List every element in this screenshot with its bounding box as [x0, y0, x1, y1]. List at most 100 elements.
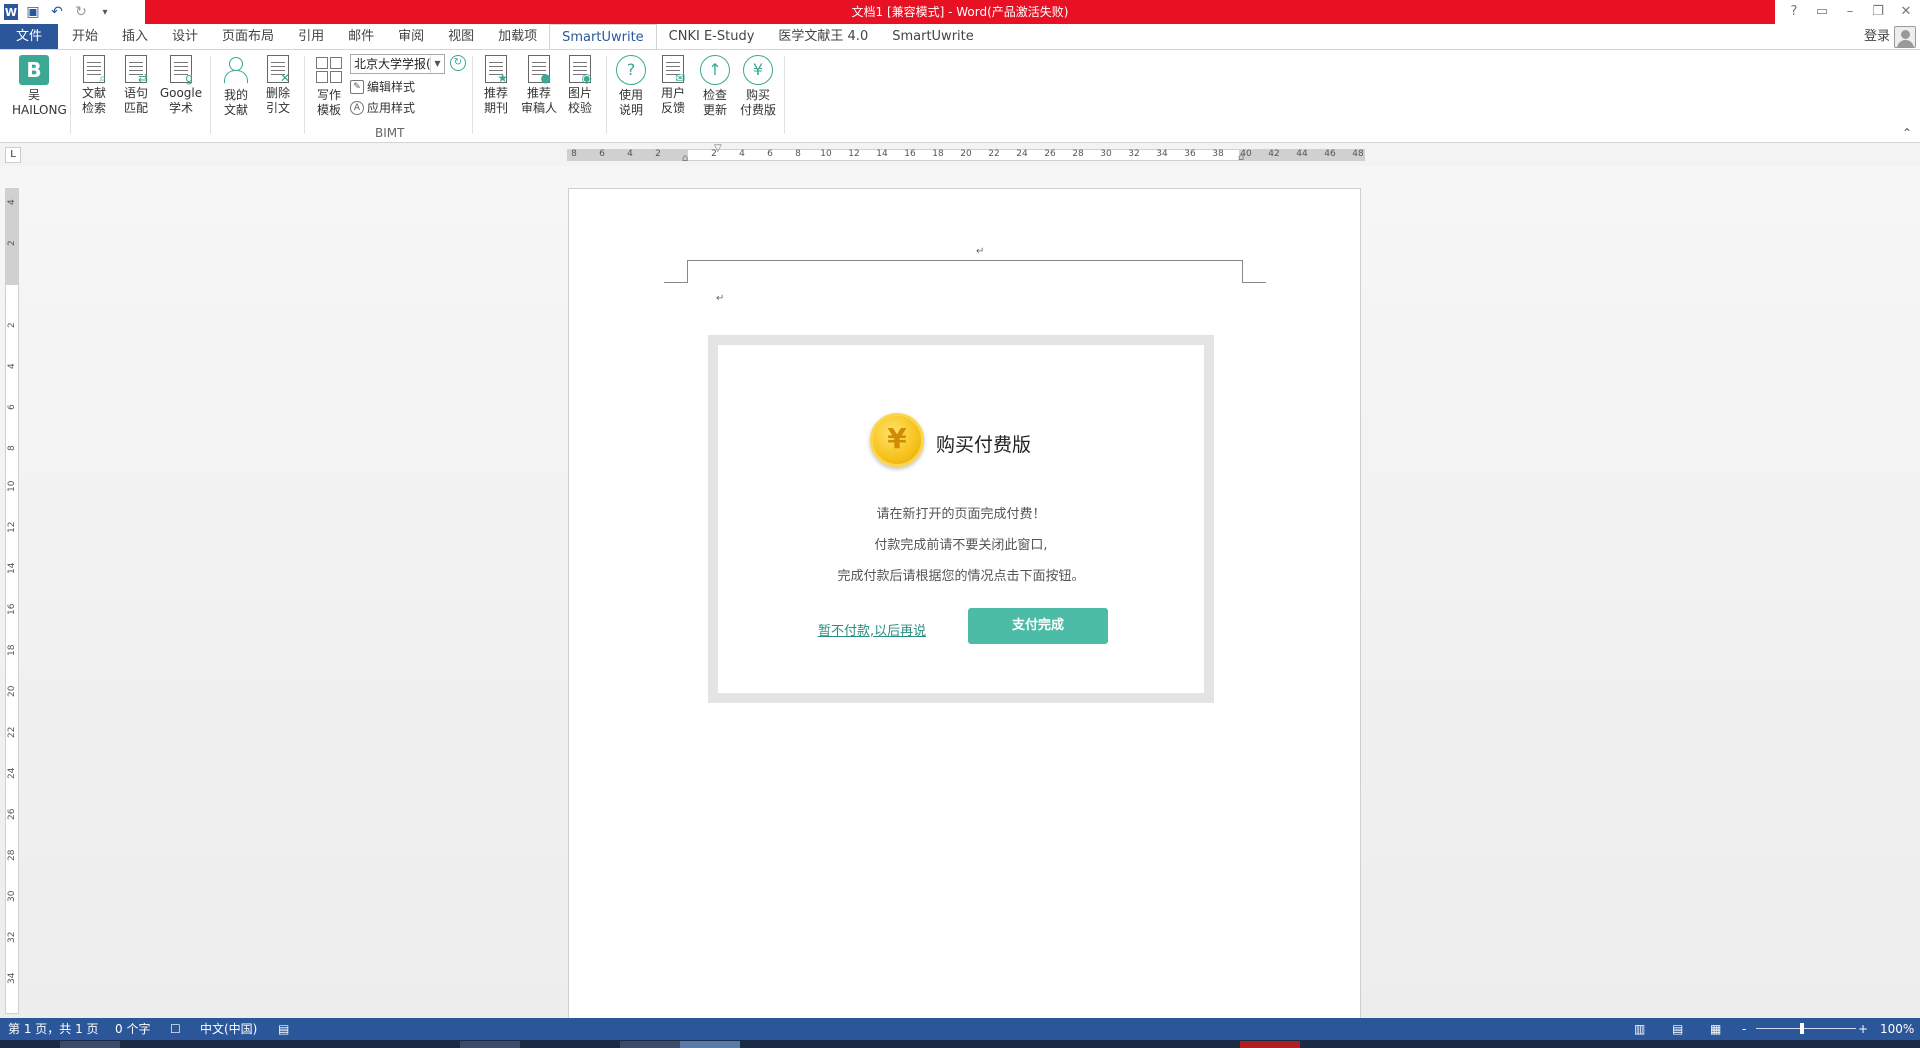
writing-template-button[interactable]: 写作 模板	[307, 55, 351, 118]
redo-icon[interactable]: ↻	[72, 3, 90, 21]
save-icon[interactable]: ▣	[24, 3, 42, 21]
button-label: 文献	[223, 103, 248, 117]
tab-file[interactable]: 文件	[0, 24, 58, 49]
ruler-number: 46	[1324, 149, 1336, 159]
tab-insert[interactable]: 插入	[110, 24, 160, 49]
taskbar-item[interactable]	[460, 1041, 520, 1048]
window-title: 文档1 [兼容模式] - Word(产品激活失败)	[145, 0, 1775, 24]
button-label: 审稿人	[520, 101, 557, 115]
recommend-reviewer-button[interactable]: ● 推荐 审稿人	[516, 55, 562, 116]
button-label: 检索	[81, 101, 106, 115]
user-account-button[interactable]: B 吴 HAILONG	[12, 55, 67, 118]
chevron-down-icon[interactable]: ▼	[430, 55, 444, 73]
recommend-journal-button[interactable]: ★ 推荐 期刊	[474, 55, 518, 116]
read-mode-icon[interactable]: ▥	[1634, 1018, 1645, 1040]
ruler-number: 8	[795, 149, 801, 159]
user-avatar-icon[interactable]	[1894, 26, 1916, 48]
tab-medical-literature[interactable]: 医学文献王 4.0	[766, 24, 880, 49]
dialog-title: 购买付费版	[936, 434, 1032, 456]
tab-layout[interactable]: 页面布局	[210, 24, 286, 49]
horizontal-ruler[interactable]: 8 6 4 2 2 4 6 8 10 12 14 16 18 20 22 24 26 28 30 32 34 36 38 40…	[567, 143, 1365, 164]
word-count[interactable]: 0 个字	[115, 1018, 150, 1040]
button-label: 学术	[168, 101, 193, 115]
button-label: 文献	[81, 86, 106, 100]
buy-paid-version-button[interactable]: ¥ 购买 付费版	[735, 55, 781, 118]
ruler-number: 34	[1156, 149, 1168, 159]
word-icon[interactable]: W	[4, 4, 18, 20]
tab-review[interactable]: 审阅	[386, 24, 436, 49]
taskbar-item[interactable]	[1240, 1041, 1300, 1048]
vertical-ruler[interactable]: 4 2 2 4 6 8 10 12 14 16 18 20 22 24 26 28 30 32 34	[5, 188, 19, 1014]
ruler-number: 14	[876, 149, 888, 159]
citation-style-select[interactable]: 北京大学学报( ▼	[350, 54, 445, 74]
google-scholar-button[interactable]: g Google 学术	[158, 55, 204, 116]
vertical-ruler-number: 14	[7, 562, 17, 574]
refresh-icon[interactable]: ↻	[450, 55, 466, 71]
check-update-button[interactable]: ↑ 检查 更新	[693, 55, 737, 118]
tab-home[interactable]: 开始	[60, 24, 110, 49]
literature-search-button[interactable]: ⌕ 文献 检索	[72, 55, 116, 116]
page-count[interactable]: 第 1 页，共 1 页	[8, 1018, 99, 1040]
ruler-number: 6	[767, 149, 773, 159]
zoom-level[interactable]: 100%	[1880, 1018, 1914, 1040]
ruler-number: 44	[1296, 149, 1308, 159]
collapse-ribbon-icon[interactable]: ⌃	[1902, 126, 1912, 140]
help-icon[interactable]: ?	[1780, 0, 1808, 24]
zoom-slider[interactable]	[1756, 1028, 1856, 1029]
tab-selector[interactable]: L	[5, 147, 21, 163]
apply-style-button[interactable]: A 应用样式	[350, 99, 445, 116]
pay-later-link[interactable]: 暂不付款,以后再说	[818, 620, 926, 639]
tab-smartuwrite-2[interactable]: SmartUwrite	[880, 24, 986, 49]
edit-style-button[interactable]: ✎ 编辑样式	[350, 78, 445, 95]
button-label: 使用	[618, 88, 643, 102]
google-scholar-icon: g	[170, 55, 193, 84]
tab-mailings[interactable]: 邮件	[336, 24, 386, 49]
minimize-icon[interactable]: –	[1836, 0, 1864, 24]
zoom-in-button[interactable]: +	[1858, 1018, 1868, 1040]
separator	[70, 56, 71, 134]
close-icon[interactable]: ✕	[1892, 0, 1920, 24]
zoom-slider-thumb[interactable]	[1800, 1023, 1804, 1034]
image-check-button[interactable]: ◉ 图片 校验	[558, 55, 602, 116]
language-indicator[interactable]: 中文(中国)	[200, 1018, 257, 1040]
sentence-match-button[interactable]: ⇄ 语句 匹配	[114, 55, 158, 116]
tab-view[interactable]: 视图	[436, 24, 486, 49]
taskbar-item[interactable]	[620, 1041, 680, 1048]
ruler-number: 10	[820, 149, 832, 159]
ribbon: B 吴 HAILONG ⌕ 文献 检索 ⇄ 语句 匹配 g Google 学术 …	[0, 49, 1920, 143]
print-layout-icon[interactable]: ▤	[1672, 1018, 1683, 1040]
tab-cnki-estudy[interactable]: CNKI E-Study	[657, 24, 767, 49]
tab-addins[interactable]: 加载项	[486, 24, 549, 49]
vertical-ruler-number: 2	[7, 240, 17, 246]
usage-guide-button[interactable]: ? 使用 说明	[609, 55, 653, 118]
restore-icon[interactable]: ❐	[1864, 0, 1892, 24]
citation-style-value: 北京大学学报(	[354, 57, 431, 71]
ruler-number: 36	[1184, 149, 1196, 159]
tab-design[interactable]: 设计	[160, 24, 210, 49]
web-layout-icon[interactable]: ▦	[1710, 1018, 1721, 1040]
tab-references[interactable]: 引用	[286, 24, 336, 49]
payment-complete-button[interactable]: 支付完成	[968, 608, 1108, 644]
ribbon-display-icon[interactable]: ▭	[1808, 0, 1836, 24]
taskbar-item-active[interactable]	[680, 1041, 740, 1048]
tab-smartuwrite[interactable]: SmartUwrite	[549, 24, 657, 50]
user-feedback-button[interactable]: ✉ 用户 反馈	[651, 55, 695, 116]
horizontal-ruler-area: L 8 6 4 2 2 4 6 8 10 12 14 16 18 20 22 24 26 28 30 32 34 36 38…	[0, 143, 1920, 166]
macro-record-icon[interactable]: ▤	[278, 1018, 289, 1040]
undo-icon[interactable]: ↶	[48, 3, 66, 21]
vertical-ruler-number: 24	[7, 767, 17, 779]
left-indent-marker[interactable]: ⌂	[682, 153, 688, 164]
delete-citation-button[interactable]: ✕ 删除 引文	[256, 55, 300, 116]
taskbar-item[interactable]	[60, 1041, 120, 1048]
ruler-number: 32	[1128, 149, 1140, 159]
customize-qat-icon[interactable]: ▾	[96, 3, 114, 21]
login-link[interactable]: 登录	[1864, 24, 1890, 49]
my-literature-button[interactable]: 我的 文献	[214, 55, 258, 118]
vertical-ruler-number: 28	[7, 849, 17, 861]
user-name-line2: HAILONG	[12, 103, 67, 117]
feedback-mail-icon: ✉	[662, 55, 685, 84]
proofing-icon[interactable]: ☐	[170, 1018, 181, 1040]
zoom-out-button[interactable]: -	[1742, 1018, 1746, 1040]
right-indent-marker[interactable]: ⌂	[1238, 152, 1244, 163]
first-line-indent-marker[interactable]: ▽	[714, 143, 722, 154]
